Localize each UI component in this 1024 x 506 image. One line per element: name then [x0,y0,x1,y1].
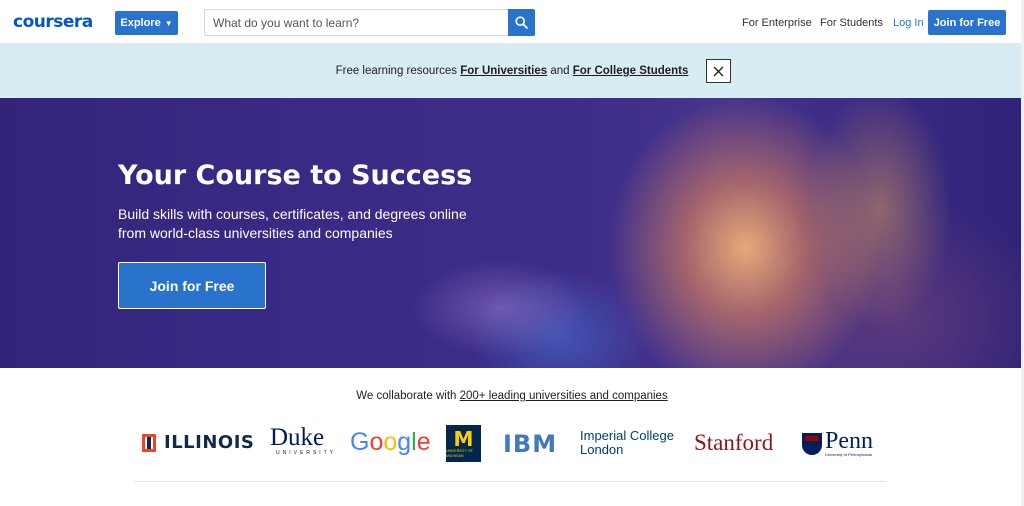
stanford-logo[interactable]: Stanford [694,430,773,456]
imperial-college-logo[interactable]: Imperial College London [580,429,674,457]
banner-text: Free learning resources For Universities… [0,65,1024,77]
explore-button[interactable]: Explore ▼ [115,11,178,35]
michigan-subtext: UNIVERSITY OF MICHIGAN [446,448,473,458]
duke-subtext: UNIVERSITY [276,450,337,456]
hero-join-button[interactable]: Join for Free [118,262,266,309]
michigan-logo[interactable]: M UNIVERSITY OF MICHIGAN [446,425,481,462]
penn-shield-icon [802,432,822,455]
nav-link-students[interactable]: For Students [820,17,883,29]
hero-title: Your Course to Success [118,160,473,191]
imperial-line-2: London [580,442,624,457]
ibm-logo[interactable]: IBM [503,430,557,458]
banner-and: and [547,65,573,77]
duke-wordmark: Duke [270,424,325,451]
section-divider [134,481,886,482]
hero-section: Your Course to Success Build skills with… [0,98,1024,368]
join-for-free-button[interactable]: Join for Free [928,10,1006,35]
michigan-block-m: M [453,426,474,451]
search-input[interactable]: What do you want to learn? [204,9,508,36]
penn-subtext: University of Pennsylvania [825,452,872,457]
partner-logos: ILLINOIS Duke UNIVERSITY Google M UNIVER… [0,422,1024,466]
login-link[interactable]: Log In [893,17,924,29]
banner-prefix: Free learning resources [335,65,461,77]
illinois-logo[interactable]: ILLINOIS [142,432,254,453]
nav-link-enterprise[interactable]: For Enterprise [742,17,812,29]
search-button[interactable] [508,9,535,36]
top-nav: coursera Explore ▼ What do you want to l… [0,0,1024,44]
banner-close-button[interactable] [706,59,731,83]
explore-label: Explore [120,17,161,29]
hero-subtitle: Build skills with courses, certificates,… [118,206,467,241]
for-universities-link[interactable]: For Universities [460,65,547,77]
chevron-down-icon: ▼ [164,18,173,28]
collab-intro: We collaborate with [356,390,460,402]
collaboration-text: We collaborate with 200+ leading univers… [0,390,1024,402]
hero-image-hands [380,238,620,368]
duke-logo[interactable]: Duke UNIVERSITY [270,424,337,456]
hero-image-highlight [780,98,980,368]
for-college-students-link[interactable]: For College Students [573,65,689,77]
imperial-line-1: Imperial College [580,428,674,443]
google-logo[interactable]: Google [350,428,431,457]
partners-link[interactable]: 200+ leading universities and companies [460,390,668,402]
illinois-i-mark [142,433,156,452]
coursera-logo[interactable]: coursera [13,12,93,32]
close-icon [713,66,724,76]
illinois-wordmark: ILLINOIS [164,432,255,453]
search-icon [515,16,528,29]
penn-logo[interactable]: Penn University of Pennsylvania [802,428,873,457]
penn-wordmark: Penn [825,428,873,454]
info-banner: Free learning resources For Universities… [0,44,1024,98]
